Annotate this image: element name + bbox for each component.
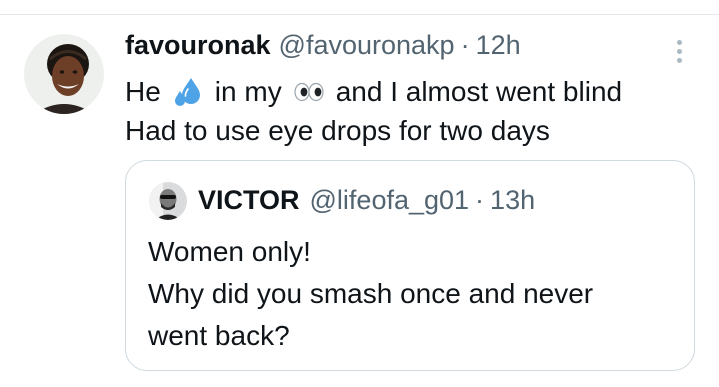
quoted-author-handle[interactable]: @lifeofa_g01 xyxy=(310,185,470,216)
sweat-droplets-icon xyxy=(171,75,205,109)
tweet-timestamp[interactable]: 12h xyxy=(476,30,521,61)
top-divider xyxy=(0,14,719,15)
more-options-icon xyxy=(676,57,682,63)
tweet-text-line-1: He in my and I almost went blind xyxy=(125,72,622,111)
eyes-icon xyxy=(292,75,326,109)
quoted-tweet-card[interactable]: VICTOR @lifeofa_g01 · 13h Women only! Wh… xyxy=(125,160,695,371)
tweet-text-segment: in my xyxy=(214,76,282,107)
quoted-tweet-header: VICTOR @lifeofa_g01 · 13h xyxy=(198,185,535,216)
tweet-text: He in my and I almost went blind Had to … xyxy=(125,72,622,150)
quoted-text-line: went back? xyxy=(148,320,290,351)
header-separator: · xyxy=(460,30,470,60)
tweet-text-segment: and I almost went blind xyxy=(335,76,623,107)
quoted-author-display-name[interactable]: VICTOR xyxy=(198,185,300,216)
quoted-author-avatar[interactable] xyxy=(149,182,187,220)
tweet-header: favouronak @favouronakp · 12h xyxy=(125,30,521,64)
quoted-avatar-photo-icon xyxy=(149,182,187,220)
more-options-icon xyxy=(676,48,682,54)
more-options-icon xyxy=(676,39,682,45)
quoted-tweet-timestamp[interactable]: 13h xyxy=(490,185,535,216)
author-avatar[interactable] xyxy=(24,34,104,114)
author-handle[interactable]: @favouronakp xyxy=(279,30,455,61)
avatar-photo-icon xyxy=(24,34,104,114)
tweet-text-line-2: Had to use eye drops for two days xyxy=(125,115,550,146)
quoted-text-line: Why did you smash once and never xyxy=(148,278,594,309)
quoted-header-separator: · xyxy=(475,185,485,215)
more-options-button[interactable] xyxy=(668,36,690,66)
quoted-tweet-text: Women only! Why did you smash once and n… xyxy=(148,231,593,357)
tweet-text-segment: He xyxy=(125,76,161,107)
author-display-name[interactable]: favouronak xyxy=(125,30,271,61)
quoted-text-line: Women only! xyxy=(148,236,311,267)
